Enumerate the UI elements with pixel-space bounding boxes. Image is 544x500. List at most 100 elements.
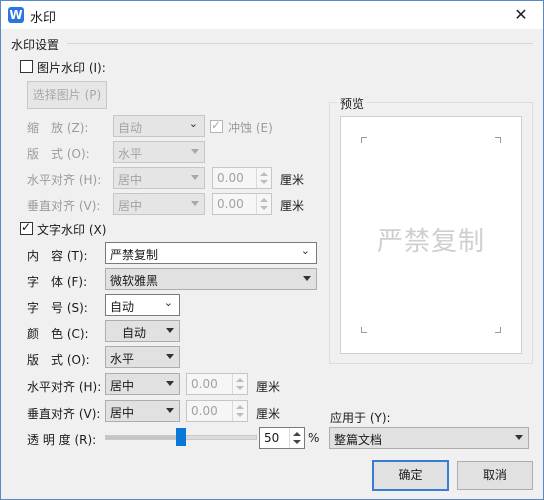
text-valign-label: 垂直对齐 (V): xyxy=(27,407,101,421)
ok-button[interactable]: 确定 xyxy=(372,460,449,491)
picture-layout-label: 版 式 (O): xyxy=(27,147,90,161)
dialog-title: 水印 xyxy=(30,11,57,26)
picture-halign-label: 水平对齐 (H): xyxy=(27,173,102,187)
text-valign-offset-value: 0.00 xyxy=(191,404,218,418)
arrow-down-icon xyxy=(260,180,268,184)
transparency-unit: % xyxy=(308,431,320,445)
text-content-value: 严禁复制 xyxy=(110,248,159,262)
picture-valign-select[interactable]: 居中 xyxy=(113,193,205,215)
text-halign-offset-spinner[interactable]: 0.00 xyxy=(186,373,248,395)
text-font-value: 微软雅黑 xyxy=(110,274,159,288)
watermark-dialog: W 水印 ✕ 水印设置 图片水印 (I): 选择图片 (P) 缩 放 (Z): … xyxy=(0,0,544,500)
dropdown-arrow-icon xyxy=(191,175,199,180)
text-halign-unit: 厘米 xyxy=(256,380,281,394)
arrow-down-icon xyxy=(236,413,244,417)
chevron-down-icon: ⌄ xyxy=(188,117,198,130)
transparency-spinner[interactable]: 50 xyxy=(259,427,305,449)
text-layout-select[interactable]: 水平 xyxy=(105,346,180,368)
spinner-buttons[interactable] xyxy=(232,401,247,421)
text-valign-select[interactable]: 居中 xyxy=(105,400,180,422)
chevron-down-icon: ⌄ xyxy=(163,296,173,309)
text-valign-unit: 厘米 xyxy=(256,407,281,421)
text-halign-value: 居中 xyxy=(110,379,135,393)
picture-scale-value: 自动 xyxy=(118,121,143,135)
checkmark-icon: ✓ xyxy=(211,118,222,132)
text-color-select[interactable]: 自动 xyxy=(105,320,180,342)
text-size-value: 自动 xyxy=(110,300,135,314)
text-watermark-checkbox[interactable]: ✓ xyxy=(20,220,33,235)
title-bar: W 水印 ✕ xyxy=(1,1,543,29)
picture-valign-unit: 厘米 xyxy=(280,199,305,213)
margin-corner-mark xyxy=(495,137,501,143)
washout-label: 冲蚀 (E) xyxy=(228,121,273,135)
transparency-value: 50 xyxy=(264,431,280,445)
dropdown-arrow-icon xyxy=(191,149,199,154)
text-valign-offset-spinner[interactable]: 0.00 xyxy=(186,400,248,422)
text-halign-select[interactable]: 居中 xyxy=(105,373,180,395)
text-content-combobox[interactable]: 严禁复制 ⌄ xyxy=(105,242,317,264)
spinner-buttons[interactable] xyxy=(232,374,247,394)
text-valign-value: 居中 xyxy=(110,406,135,420)
select-image-button[interactable]: 选择图片 (P) xyxy=(27,81,107,109)
picture-watermark-checkbox[interactable] xyxy=(20,60,33,73)
transparency-slider-fill xyxy=(106,436,182,439)
picture-halign-value: 居中 xyxy=(118,173,143,187)
transparency-label: 透 明 度 (R): xyxy=(27,433,97,447)
picture-valign-offset-value: 0.00 xyxy=(217,197,244,211)
text-color-value: 自动 xyxy=(122,326,147,340)
dropdown-arrow-icon xyxy=(166,408,174,413)
text-font-select[interactable]: 微软雅黑 xyxy=(105,268,317,290)
arrow-up-icon xyxy=(293,432,301,436)
picture-layout-value: 水平 xyxy=(118,147,143,161)
dropdown-arrow-icon xyxy=(191,201,199,206)
preview-page: 严禁复制 xyxy=(340,116,522,354)
text-content-label: 内 容 (T): xyxy=(27,249,88,263)
spinner-buttons[interactable] xyxy=(256,194,271,214)
washout-checkbox[interactable]: ✓ xyxy=(210,118,223,133)
spinner-buttons[interactable] xyxy=(289,428,304,448)
text-size-combobox[interactable]: 自动 ⌄ xyxy=(105,294,180,316)
transparency-slider-thumb[interactable] xyxy=(176,428,186,446)
arrow-up-icon xyxy=(260,172,268,176)
picture-halign-unit: 厘米 xyxy=(280,173,305,187)
text-layout-value: 水平 xyxy=(110,352,135,366)
picture-halign-select[interactable]: 居中 xyxy=(113,167,205,189)
apply-to-label: 应用于 (Y): xyxy=(330,411,391,425)
preview-watermark-text: 严禁复制 xyxy=(376,227,485,257)
picture-watermark-label: 图片水印 (I): xyxy=(37,61,106,75)
arrow-up-icon xyxy=(236,405,244,409)
arrow-down-icon xyxy=(260,206,268,210)
dropdown-arrow-icon xyxy=(166,328,174,333)
chevron-down-icon: ⌄ xyxy=(300,244,310,257)
text-halign-offset-value: 0.00 xyxy=(191,377,218,391)
picture-halign-offset-value: 0.00 xyxy=(217,171,244,185)
wps-logo-icon: W xyxy=(8,7,24,23)
close-button[interactable]: ✕ xyxy=(499,1,543,29)
text-layout-label: 版 式 (O): xyxy=(27,353,90,367)
dropdown-arrow-icon xyxy=(303,276,311,281)
picture-scale-label: 缩 放 (Z): xyxy=(27,121,89,135)
arrow-up-icon xyxy=(236,378,244,382)
picture-scale-select[interactable]: 自动 ⌄ xyxy=(113,115,205,137)
text-size-label: 字 号 (S): xyxy=(27,301,88,315)
margin-corner-mark xyxy=(495,327,501,333)
picture-valign-offset-spinner[interactable]: 0.00 xyxy=(212,193,272,215)
checkmark-icon: ✓ xyxy=(21,220,32,234)
text-halign-label: 水平对齐 (H): xyxy=(27,380,102,394)
margin-corner-mark xyxy=(361,327,367,333)
picture-halign-offset-spinner[interactable]: 0.00 xyxy=(212,167,272,189)
apply-to-value: 整篇文档 xyxy=(334,433,383,447)
spinner-buttons[interactable] xyxy=(256,168,271,188)
dropdown-arrow-icon xyxy=(166,354,174,359)
dropdown-arrow-icon xyxy=(515,435,523,440)
text-font-label: 字 体 (F): xyxy=(27,275,88,289)
picture-layout-select[interactable]: 水平 xyxy=(113,141,205,163)
apply-to-select[interactable]: 整篇文档 xyxy=(329,427,529,449)
preview-title: 预览 xyxy=(337,95,368,112)
arrow-down-icon xyxy=(236,386,244,390)
margin-corner-mark xyxy=(361,137,367,143)
picture-valign-value: 居中 xyxy=(118,199,143,213)
cancel-button[interactable]: 取消 xyxy=(457,461,533,490)
arrow-up-icon xyxy=(260,198,268,202)
picture-valign-label: 垂直对齐 (V): xyxy=(27,199,101,213)
